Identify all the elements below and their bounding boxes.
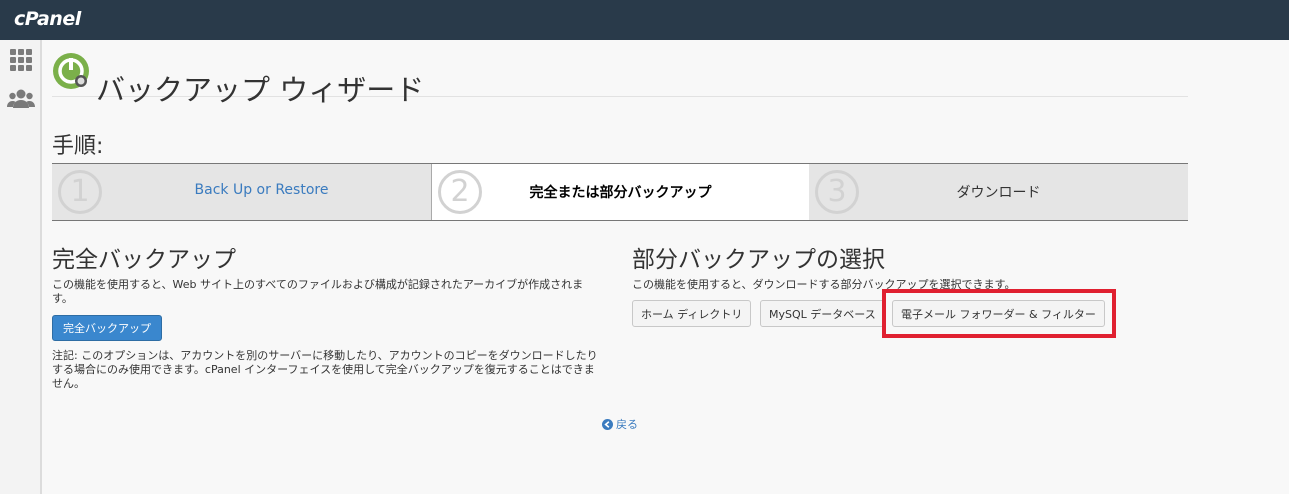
home-directory-button[interactable]: ホーム ディレクトリ bbox=[632, 300, 752, 327]
mysql-database-button[interactable]: MySQL データベース bbox=[760, 300, 885, 327]
sidebar bbox=[0, 40, 42, 494]
full-backup-description: この機能を使用すると、Web サイト上のすべてのファイルおよび構成が記録されたア… bbox=[52, 278, 622, 306]
full-backup-button[interactable]: 完全バックアップ bbox=[52, 315, 162, 341]
full-backup-description-line1: この機能を使用すると、Web サイト上のすべてのファイルおよび構成が記録されたア… bbox=[52, 278, 584, 291]
step-full-or-partial: 2 完全または部分バックアップ bbox=[431, 164, 810, 220]
step-label-2: 完全または部分バックアップ bbox=[529, 185, 712, 201]
wizard-steps: 1 Back Up or Restore 2 完全または部分バックアップ 3 ダ… bbox=[52, 163, 1188, 221]
note-line3: せん。 bbox=[52, 377, 85, 390]
main-content: バックアップ ウィザード 手順: 1 Back Up or Restore 2 … bbox=[40, 40, 1289, 494]
step-label-1[interactable]: Back Up or Restore bbox=[52, 182, 431, 198]
page-title: バックアップ ウィザード bbox=[96, 73, 425, 108]
note-line1: 注記: このオプションは、アカウントを別のサーバーに移動したり、アカウントのコピ… bbox=[52, 349, 598, 362]
back-link-label[interactable]: 戻る bbox=[616, 418, 638, 431]
back-link[interactable]: 戻る bbox=[602, 416, 638, 432]
step-backup-or-restore[interactable]: 1 Back Up or Restore bbox=[52, 164, 431, 220]
note-line2: する場合にのみ使用できます。cPanel インターフェイスを使用して完全バックア… bbox=[52, 363, 595, 376]
back-arrow-icon bbox=[602, 419, 613, 430]
full-backup-note: 注記: このオプションは、アカウントを別のサーバーに移動したり、アカウントのコピ… bbox=[52, 349, 612, 391]
users-icon[interactable] bbox=[7, 86, 35, 110]
partial-backup-title: 部分バックアップの選択 bbox=[632, 247, 885, 273]
highlight-annotation bbox=[882, 289, 1116, 338]
full-backup-title: 完全バックアップ bbox=[52, 247, 236, 273]
top-bar: cPanel bbox=[0, 0, 1289, 40]
cpanel-logo[interactable]: cPanel bbox=[14, 8, 81, 30]
backup-wizard-icon bbox=[53, 53, 89, 89]
full-backup-description-line2: す。 bbox=[52, 292, 73, 305]
step-download: 3 ダウンロード bbox=[809, 164, 1188, 220]
step-label-3: ダウンロード bbox=[956, 185, 1041, 201]
grid-icon[interactable] bbox=[9, 48, 33, 72]
steps-heading: 手順: bbox=[52, 134, 104, 159]
page-header: バックアップ ウィザード bbox=[52, 52, 1188, 107]
